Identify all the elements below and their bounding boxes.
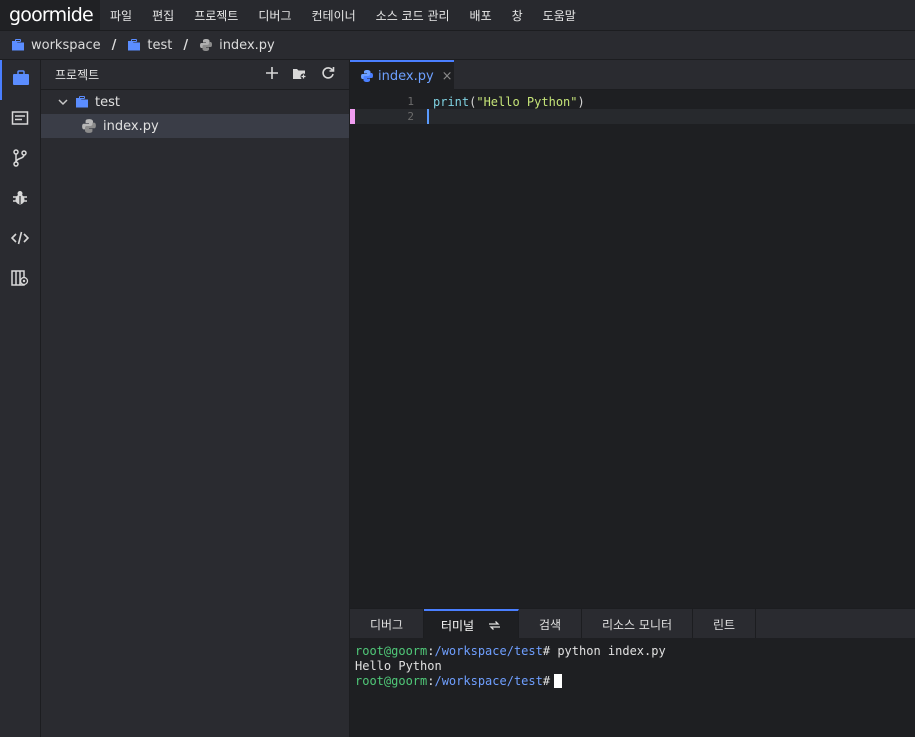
- activity-code[interactable]: [0, 220, 40, 260]
- activity-debug[interactable]: [0, 180, 40, 220]
- tree-folder-label: test: [95, 94, 120, 110]
- menu-window[interactable]: 창: [502, 0, 533, 30]
- tab-label: 검색: [538, 617, 562, 632]
- project-actions: [266, 66, 349, 83]
- tab-label: 린트: [712, 617, 736, 632]
- terminal-colon: :: [427, 673, 435, 688]
- menu-debug[interactable]: 디버그: [248, 0, 301, 30]
- menu-file[interactable]: 파일: [100, 0, 142, 30]
- tab-lint[interactable]: 린트: [693, 609, 756, 639]
- activity-editor[interactable]: [0, 100, 40, 140]
- activity-extension[interactable]: [0, 260, 40, 300]
- extension-icon: [11, 270, 29, 290]
- menu-source-control[interactable]: 소스 코드 관리: [366, 0, 460, 30]
- app-logo[interactable]: goormide: [0, 0, 100, 30]
- terminal-line: Hello Python: [355, 658, 915, 673]
- code-paren: ): [577, 94, 585, 109]
- breadcrumb-separator: /: [111, 37, 117, 53]
- menu-container[interactable]: 컨테이너: [301, 0, 365, 30]
- code-editor[interactable]: 1 print("Hello Python") 2: [350, 90, 915, 608]
- terminal-prompt: #: [542, 673, 551, 688]
- tree-file-index-py[interactable]: index.py: [41, 114, 349, 138]
- tab-debug[interactable]: 디버그: [350, 609, 424, 639]
- change-marker: [350, 109, 355, 124]
- breadcrumb-label: test: [147, 37, 173, 53]
- sync-icon[interactable]: [488, 620, 501, 631]
- terminal-path: /workspace/test: [434, 643, 543, 658]
- activity-project[interactable]: [0, 60, 40, 100]
- terminal-user: root@goorm: [355, 643, 428, 658]
- activity-git[interactable]: [0, 140, 40, 180]
- breadcrumb-label: index.py: [219, 37, 275, 53]
- code-string: "Hello Python": [476, 94, 578, 109]
- code-line-current: 2: [350, 109, 915, 124]
- terminal-path: /workspace/test: [434, 673, 543, 688]
- terminal[interactable]: root@goorm:/workspace/test # python index…: [350, 638, 915, 737]
- project-header: 프로젝트: [41, 60, 349, 90]
- code-text: print("Hello Python"): [433, 95, 585, 109]
- git-icon: [12, 149, 28, 171]
- terminal-line: root@goorm:/workspace/test #: [355, 673, 915, 688]
- line-number: 2: [407, 110, 414, 123]
- code-icon: [10, 231, 30, 249]
- terminal-command: python index.py: [550, 643, 666, 658]
- terminal-colon: :: [427, 643, 435, 658]
- breadcrumb-workspace[interactable]: workspace: [11, 38, 101, 53]
- menu-bar: goormide 파일 편집 프로젝트 디버그 컨테이너 소스 코드 관리 배포…: [0, 0, 915, 30]
- chevron-down-icon[interactable]: [57, 97, 69, 107]
- tab-terminal[interactable]: 터미널: [424, 609, 519, 639]
- tree-folder-test[interactable]: test: [41, 90, 349, 114]
- editor-tab-bar: index.py ×: [350, 60, 915, 90]
- terminal-user: root@goorm: [355, 673, 428, 688]
- refresh-icon[interactable]: [321, 66, 335, 83]
- add-icon[interactable]: [266, 67, 278, 82]
- tree-file-label: index.py: [103, 118, 159, 134]
- tab-search[interactable]: 검색: [519, 609, 582, 639]
- folder-icon: [75, 96, 89, 108]
- terminal-line: root@goorm:/workspace/test # python index…: [355, 643, 915, 658]
- terminal-cursor: [554, 673, 563, 688]
- python-icon: [81, 118, 97, 134]
- tab-resource-monitor[interactable]: 리소스 모니터: [582, 609, 693, 639]
- debug-icon: [12, 190, 28, 210]
- activity-bar: [0, 60, 41, 737]
- menu-project[interactable]: 프로젝트: [184, 0, 248, 30]
- python-icon: [360, 69, 374, 83]
- menu-help[interactable]: 도움말: [533, 0, 586, 30]
- editor-icon: [11, 110, 29, 130]
- tab-index-py[interactable]: index.py ×: [350, 60, 454, 90]
- breadcrumb: workspace / test / index.py: [0, 30, 915, 60]
- folder-icon: [127, 39, 141, 51]
- tab-label: index.py: [378, 68, 434, 84]
- tab-label: 리소스 모니터: [601, 617, 673, 632]
- breadcrumb-label: workspace: [31, 37, 101, 53]
- close-icon[interactable]: ×: [442, 69, 453, 84]
- code-function: print: [433, 94, 470, 109]
- menu-deploy[interactable]: 배포: [460, 0, 502, 30]
- terminal-output: Hello Python: [355, 658, 442, 673]
- project-icon: [12, 70, 30, 90]
- new-folder-icon[interactable]: [292, 67, 307, 83]
- breadcrumb-test[interactable]: test: [127, 38, 172, 53]
- line-number: 1: [407, 95, 414, 108]
- code-line: 1 print("Hello Python"): [350, 94, 915, 109]
- project-panel: 프로젝트 test index.py: [41, 60, 350, 737]
- tab-label: 디버그: [369, 617, 404, 632]
- folder-icon: [11, 39, 25, 51]
- breadcrumb-file[interactable]: index.py: [199, 38, 275, 53]
- project-title: 프로젝트: [55, 68, 100, 82]
- python-icon: [199, 38, 213, 52]
- terminal-prompt: #: [542, 643, 551, 658]
- tab-label: 터미널: [440, 618, 475, 633]
- breadcrumb-separator: /: [183, 37, 189, 53]
- text-cursor: [427, 109, 429, 124]
- bottom-panel-tabs: 디버그 터미널 검색 리소스 모니터 린트: [350, 608, 915, 639]
- menu-edit[interactable]: 편집: [142, 0, 184, 30]
